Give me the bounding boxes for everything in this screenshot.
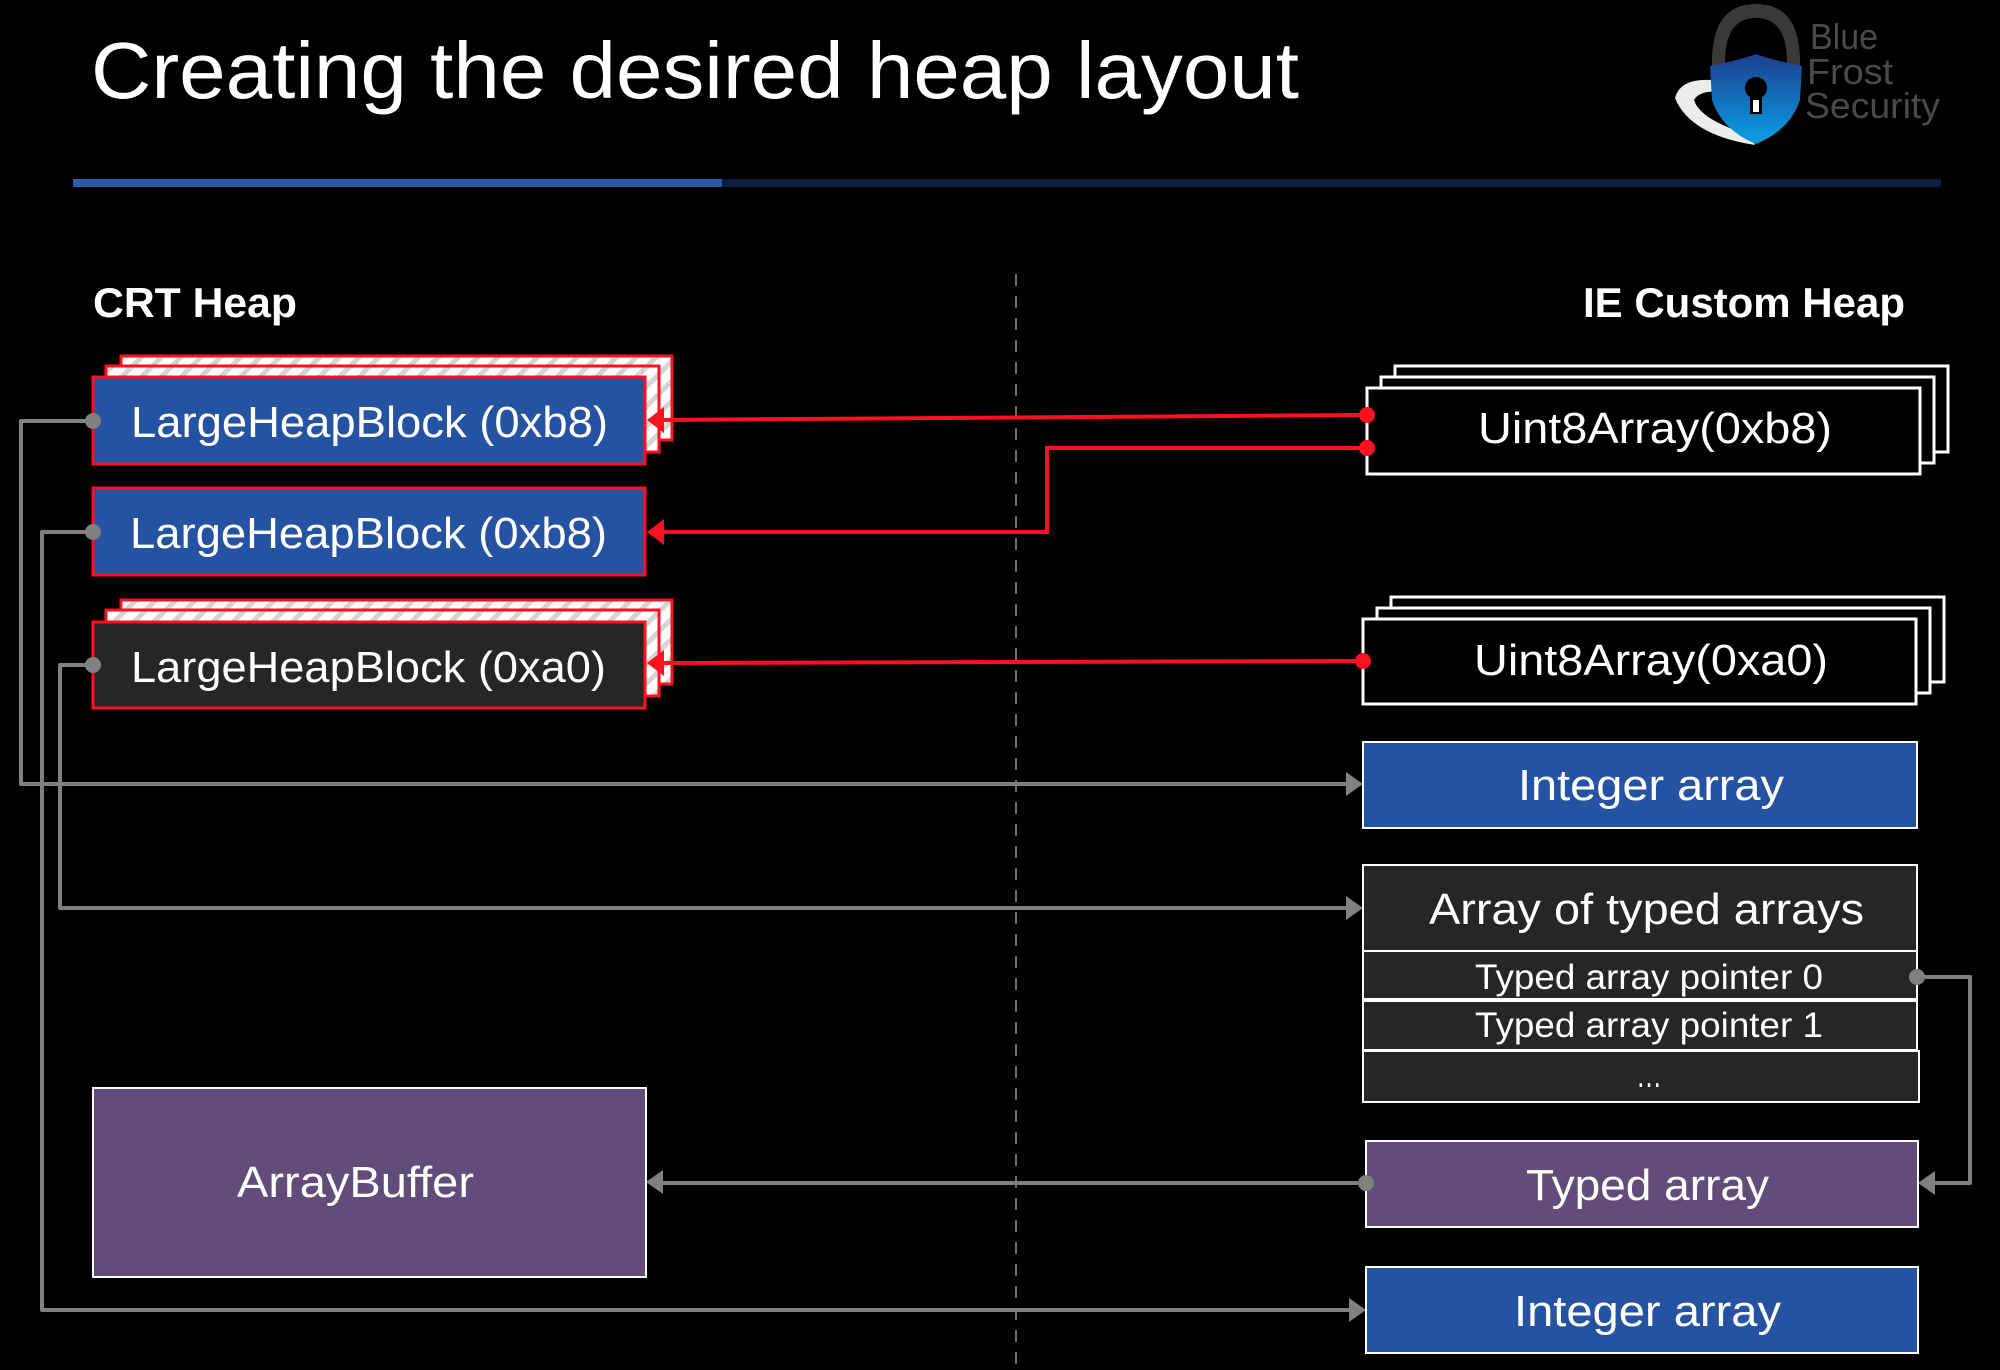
connector-pointer0-to-typed-array (1917, 975, 1972, 1185)
ie-block-integer-array-2: Integer array (1365, 1266, 1919, 1354)
crt-block-3: LargeHeapBlock (0xa0) (91, 598, 674, 710)
connector-dot (1359, 440, 1375, 456)
connector-dot (85, 657, 101, 673)
red-pointer-a0 (661, 659, 1364, 665)
arrowhead (647, 519, 664, 545)
red-pointer-b8-2 (662, 446, 1367, 534)
uint8array-label: Uint8Array(0xb8) (1478, 404, 1832, 453)
arrowhead (1346, 896, 1363, 920)
crt-block-2: LargeHeapBlock (0xb8) (91, 486, 647, 577)
ie-block-typed-array: Typed array (1365, 1140, 1919, 1228)
padlock-shield-icon (1675, 4, 1802, 145)
crt-block-1: LargeHeapBlock (0xb8) (91, 354, 674, 466)
uint8array-label: Uint8Array(0xa0) (1474, 636, 1828, 685)
connector-dot (1909, 969, 1925, 985)
integer-array-label: Integer array (1518, 761, 1784, 810)
company-logo: Blue Frost Security (1675, 4, 1940, 145)
connector-dot (1355, 653, 1371, 669)
connector-dot (1359, 407, 1375, 423)
array-buffer-label: ArrayBuffer (237, 1158, 474, 1207)
large-heap-block-label: LargeHeapBlock (0xb8) (131, 398, 608, 447)
ellipsis-row-label: … (1636, 1056, 1662, 1095)
connector-dot (85, 413, 101, 429)
ie-block-integer-array-1: Integer array (1362, 741, 1918, 829)
arrowhead (1918, 1171, 1935, 1195)
slide-canvas: Creating the desired heap layout Blue Fr… (19, 4, 1972, 1370)
array-of-typed-arrays-label: Array of typed arrays (1429, 885, 1864, 934)
red-pointer-b8-1 (659, 413, 1368, 422)
ie-custom-heap-label: IE Custom Heap (1583, 279, 1905, 326)
connector-dot (1358, 1175, 1374, 1191)
logo-text-line-3: Security (1805, 85, 1940, 126)
pointer-row-label: Typed array pointer 0 (1475, 958, 1823, 997)
arrowhead (1349, 1298, 1366, 1322)
ie-block-array-of-typed-arrays: Array of typed arrays Typed array pointe… (1362, 864, 1920, 1103)
large-heap-block-label: LargeHeapBlock (0xb8) (130, 509, 607, 558)
slide-title: Creating the desired heap layout (91, 26, 1299, 115)
arrowhead (646, 1170, 663, 1194)
connector-dot (85, 524, 101, 540)
red-connectors (659, 413, 1368, 665)
arrowhead (1346, 772, 1363, 796)
integer-array-label: Integer array (1514, 1287, 1781, 1336)
crt-heap-label: CRT Heap (93, 279, 297, 326)
header-rule-blue (73, 179, 722, 187)
pointer-row-label: Typed array pointer 1 (1475, 1006, 1823, 1045)
typed-array-label: Typed array (1526, 1161, 1769, 1210)
crt-array-buffer: ArrayBuffer (92, 1087, 647, 1278)
large-heap-block-label: LargeHeapBlock (0xa0) (131, 643, 606, 692)
